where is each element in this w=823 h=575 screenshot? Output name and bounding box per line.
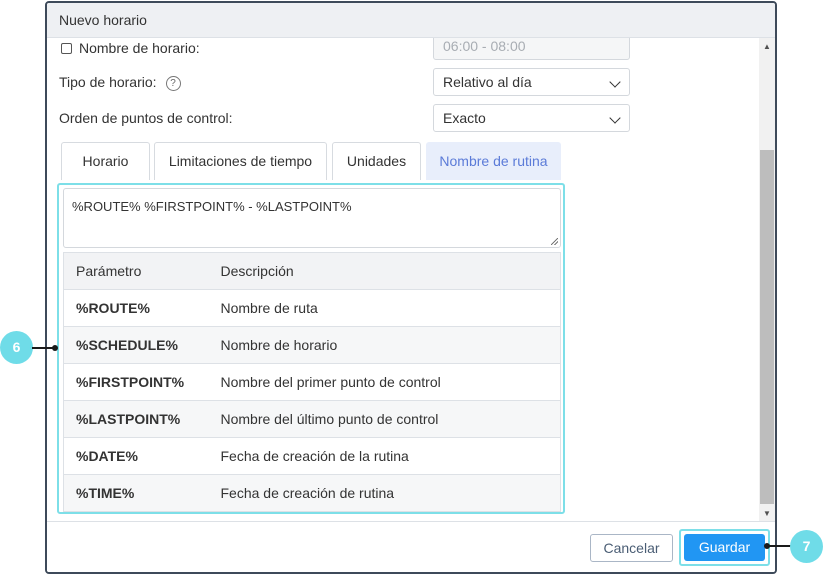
table-row: %DATE% Fecha de creación de la rutina	[63, 437, 561, 475]
schedule-name-field[interactable]: 06:00 - 08:00	[433, 38, 630, 60]
column-header-description: Descripción	[220, 252, 561, 290]
param-cell: %SCHEDULE%	[63, 326, 221, 364]
callout-badge-6: 6	[0, 331, 33, 364]
tab-time-limits[interactable]: Limitaciones de tiempo	[154, 142, 327, 180]
table-row: %TIME% Fecha de creación de rutina	[63, 474, 561, 512]
vertical-scrollbar[interactable]: ▲ ▼	[759, 38, 775, 523]
dialog-content: Nombre de horario: 06:00 - 08:00 Tipo de…	[47, 38, 759, 523]
dialog-footer: Cancelar Guardar	[47, 521, 775, 572]
dialog-header: Nuevo horario	[47, 3, 775, 38]
save-button-highlight: Guardar	[679, 529, 770, 566]
route-name-panel: %ROUTE% %FIRSTPOINT% - %LASTPOINT% Parám…	[57, 183, 565, 514]
route-name-template-text: %ROUTE% %FIRSTPOINT% - %LASTPOINT%	[72, 199, 352, 214]
table-header-row: Parámetro Descripción	[63, 252, 561, 290]
new-schedule-dialog: Nuevo horario Nombre de horario: 06:00 -…	[45, 1, 777, 574]
resize-grip-icon[interactable]	[551, 238, 558, 245]
table-row: %LASTPOINT% Nombre del último punto de c…	[63, 400, 561, 438]
description-cell: Fecha de creación de la rutina	[220, 437, 561, 475]
scroll-thumb[interactable]	[760, 150, 774, 504]
dialog-title: Nuevo horario	[59, 12, 147, 28]
chevron-down-icon	[609, 76, 621, 88]
checkpoint-order-select[interactable]: Exacto	[433, 104, 630, 132]
param-cell: %TIME%	[63, 474, 221, 512]
question-circle-icon[interactable]: ?	[165, 76, 181, 91]
param-cell: %ROUTE%	[63, 289, 221, 327]
schedule-name-row: Nombre de horario:	[47, 40, 427, 58]
description-cell: Nombre del primer punto de control	[220, 363, 561, 401]
table-row: %SCHEDULE% Nombre de horario	[63, 326, 561, 364]
description-cell: Fecha de creación de rutina	[220, 474, 561, 512]
param-cell: %DATE%	[63, 437, 221, 475]
save-button[interactable]: Guardar	[684, 534, 765, 561]
tab-route-name[interactable]: Nombre de rutina	[426, 142, 561, 180]
schedule-name-checkbox[interactable]	[61, 43, 72, 54]
chevron-down-icon	[609, 112, 621, 124]
description-cell: Nombre de ruta	[220, 289, 561, 327]
column-header-parameter: Parámetro	[63, 252, 221, 290]
description-cell: Nombre del último punto de control	[220, 400, 561, 438]
parameters-table: Parámetro Descripción %ROUTE% Nombre de …	[63, 252, 561, 512]
description-cell: Nombre de horario	[220, 326, 561, 364]
checkpoint-order-value: Exacto	[443, 110, 486, 126]
tab-schedule[interactable]: Horario	[61, 142, 150, 180]
route-name-template-input[interactable]: %ROUTE% %FIRSTPOINT% - %LASTPOINT%	[63, 188, 561, 248]
callout-badge-7: 7	[790, 530, 823, 563]
tab-units[interactable]: Unidades	[332, 142, 421, 180]
checkpoint-order-label: Orden de puntos de control:	[59, 110, 233, 126]
param-cell: %FIRSTPOINT%	[63, 363, 221, 401]
scroll-up-arrow-icon[interactable]: ▲	[759, 38, 775, 56]
schedule-type-row: Tipo de horario:?	[59, 74, 181, 91]
callout-line-7	[766, 545, 791, 547]
callout-dot-6	[52, 345, 58, 351]
schedule-name-label: Nombre de horario:	[79, 40, 200, 56]
table-row: %FIRSTPOINT% Nombre del primer punto de …	[63, 363, 561, 401]
table-row: %ROUTE% Nombre de ruta	[63, 289, 561, 327]
schedule-type-value: Relativo al día	[443, 74, 532, 90]
schedule-type-select[interactable]: Relativo al día	[433, 68, 630, 96]
cancel-button[interactable]: Cancelar	[590, 534, 673, 562]
schedule-type-label: Tipo de horario:	[59, 74, 157, 90]
param-cell: %LASTPOINT%	[63, 400, 221, 438]
